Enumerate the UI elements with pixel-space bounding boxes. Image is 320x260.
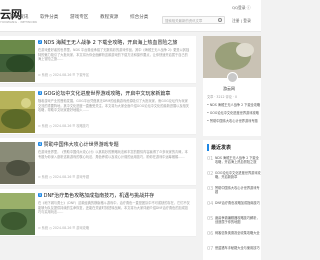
recent-post-item[interactable]: 05 魔兽争霸编辑器攻略技巧解析，创造属于你的地图 [207,216,261,230]
recent-post-rank: 04 [207,201,214,207]
search-placeholder: 搜索相关最新的资讯文章 [165,19,203,23]
nav-item-games[interactable]: 游戏专区 [70,14,88,20]
recent-post-title[interactable]: 赞助中国伟大攻心计世界游戏专题 [215,186,261,195]
recent-post-title[interactable]: NDS 海贼王无人战争 2 下载全攻略，开启海上热血冒险之旅 [215,156,261,165]
article-rank-badge: 4 [38,142,43,146]
recent-post-item[interactable]: 07 侠盗猎车手秘籍大全与使用技巧 [207,246,261,260]
recent-post-title[interactable]: GOG论坛中文化进度世界游戏攻略，开启新篇章 [215,171,261,180]
qq-login-link[interactable]: QQ登录 ⓘ [232,5,251,11]
article-summary: 在《地下城与勇士》（DNF）这款经典的横版格斗游戏中，治疗角色一直是团队中不可或… [38,201,190,215]
recent-post-item[interactable]: 04 DNF治疗角色攻略加成指南技巧 [207,201,261,215]
nav-item-general[interactable]: 综合分类 [130,14,148,20]
recent-post-item[interactable]: 02 GOG论坛中文化进度世界游戏攻略，开启新篇章 [207,171,261,185]
site-header: 云网 YUNWANG · NETWORK 新闻资讯 软件分类 游戏专区 教程资源… [0,0,261,32]
recent-post-rank: 07 [207,246,214,252]
profile-article-link[interactable]: • GOG论坛中文化进度世界游戏攻略 [207,110,261,115]
nav-item-news[interactable]: 新闻资讯 [10,14,28,20]
article-title[interactable]: 2 NDS 海贼王无人战争 2 下载全攻略，开启海上热血冒险之旅 [38,39,177,46]
article-title[interactable]: 4 赞助中国伟大攻心计世界游戏专题 [38,141,119,148]
article-summary: 随着游戏产业的蓬勃发展，GOG平台凭借其无DRM的经典游戏资源吸引了大批玩家，而… [38,99,189,113]
nav-item-tutorials[interactable]: 教程资源 [100,14,118,20]
article-meta: ⊙ 系统 ◷ 2024-08-26 ☰ 攻略技巧 [38,124,90,128]
nav-item-software[interactable]: 软件分类 [40,14,58,20]
article-meta: ⊙ 系统 ◷ 2024-08-26 ☰ 游戏攻略 [38,226,90,230]
recent-post-item[interactable]: 03 赞助中国伟大攻心计世界游戏专题 [207,186,261,200]
recent-posts-widget: 最近发表 01 NDS 海贼王无人战争 2 下载全攻略，开启海上热血冒险之旅 0… [203,140,261,260]
recent-post-item[interactable]: 01 NDS 海贼王无人战争 2 下载全攻略，开启海上热血冒险之旅 [207,156,261,170]
article-card[interactable]: 5 DNF治疗角色攻略加成指南技巧，机遇与挑战并存 在《地下城与勇士》（DNF）这… [0,189,196,237]
profile-article-link[interactable]: • NDS 海贼王无人战争 2 下载全攻略 [207,102,261,107]
avatar[interactable] [227,72,238,83]
article-list: 2 NDS 海贼王无人战争 2 下载全攻略，开启海上热血冒险之旅 在游戏爱好者的世… [0,36,196,260]
article-title[interactable]: 3 GOG论坛中文化进度世界游戏攻略，开启中文玩家新篇章 [38,90,170,97]
article-rank-badge: 3 [38,91,43,95]
article-thumbnail[interactable] [0,142,35,184]
search-icon[interactable] [218,18,222,22]
recent-post-item[interactable]: 06 刺客信条奥德赛全收集攻略大全 [207,231,261,245]
article-thumbnail[interactable] [0,193,35,235]
article-thumbnail[interactable] [0,40,35,82]
article-card[interactable]: 3 GOG论坛中文化进度世界游戏攻略，开启中文玩家新篇章 随着游戏产业的蓬勃发展，… [0,87,196,135]
recent-post-title[interactable]: 魔兽争霸编辑器攻略技巧解析，创造属于你的地图 [215,216,261,225]
recent-post-rank: 01 [207,156,214,162]
article-card[interactable]: 4 赞助中国伟大攻心计世界游戏专题 在游戏世界里，《赞助中国伟大攻心计》以其精妙的… [0,138,196,186]
article-rank-badge: 5 [38,193,43,197]
article-rank-badge: 2 [38,40,43,44]
recent-post-title[interactable]: 刺客信条奥德赛全收集攻略大全 [215,231,261,235]
recent-post-title[interactable]: 侠盗猎车手秘籍大全与使用技巧 [215,246,261,250]
widget-title: 最近发表 [207,144,231,151]
article-card[interactable]: 2 NDS 海贼王无人战争 2 下载全攻略，开启海上热血冒险之旅 在游戏爱好者的世… [0,36,196,84]
article-summary: 在游戏世界里，《赞助中国伟大攻心计》以其精妙的策略玩法和丰富的剧情内容赢得了众多… [38,150,188,159]
article-thumbnail[interactable] [0,91,35,133]
recent-post-rank: 03 [207,186,214,192]
recent-post-rank: 06 [207,231,214,237]
search-input[interactable]: 搜索相关最新的资讯文章 [162,16,225,24]
main-nav: 新闻资讯 软件分类 游戏专区 教程资源 综合分类 [0,14,180,22]
register-login-link[interactable]: 注册 | 登录 [232,18,251,24]
profile-article-list: • NDS 海贼王无人战争 2 下载全攻略 • GOG论坛中文化进度世界游戏攻略… [207,102,261,126]
page: 云网 YUNWANG · NETWORK 新闻资讯 软件分类 游戏专区 教程资源… [0,0,261,260]
article-meta: ⊙ 系统 ◷ 2024-08-26 ☰ 游戏专题 [38,175,90,179]
recent-post-title[interactable]: DNF治疗角色攻略加成指南技巧 [215,201,261,205]
recent-post-rank: 02 [207,171,214,177]
article-meta: ⊙ 系统 ◷ 2024-08-26 ☰ 下载专区 [38,73,90,77]
article-title[interactable]: 5 DNF治疗角色攻略加成指南技巧，机遇与挑战并存 [38,192,154,199]
author-profile-card: 游云网 文章 · 3212 评论 · 0 • NDS 海贼王无人战争 2 下载全… [203,36,261,136]
profile-stats: 文章 · 3212 评论 · 0 [207,95,237,99]
article-summary: 在游戏爱好者的世界里，NDS 平台曾经承载了无数精彩的游戏作品，其中《海贼王无人… [38,48,190,62]
profile-name[interactable]: 游云网 [223,86,235,92]
profile-article-link[interactable]: • 赞助中国伟大攻心计世界游戏专题 [207,118,261,123]
recent-post-rank: 05 [207,216,214,222]
